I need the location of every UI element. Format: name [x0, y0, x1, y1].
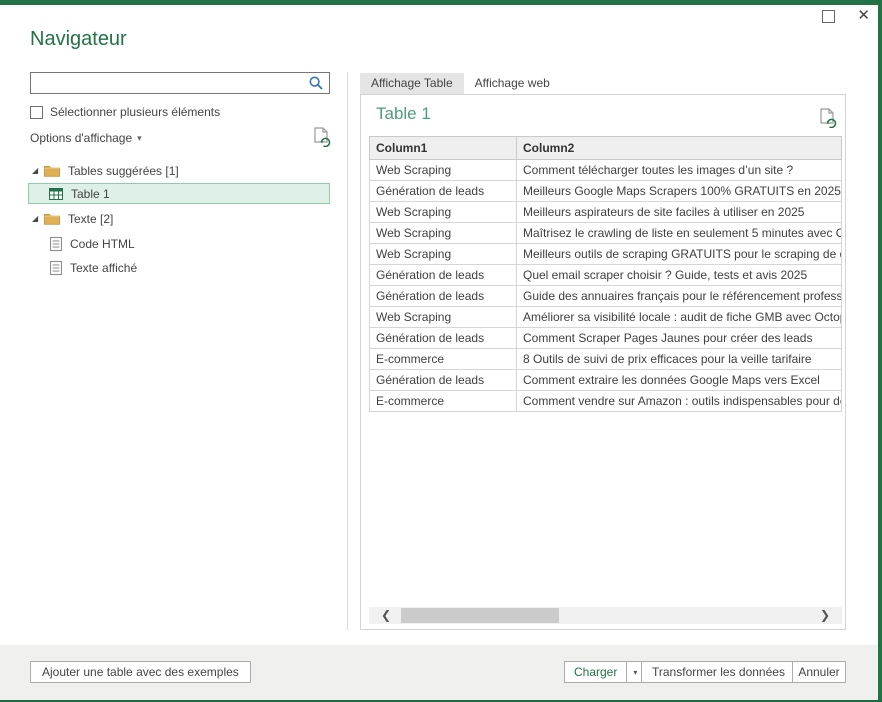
tree-item-code-html[interactable]: Code HTML [50, 233, 135, 254]
table-row: Génération de leadsComment extraire les … [370, 370, 842, 391]
display-options-row: Options d'affichage ▾ [30, 129, 330, 149]
preview-tabs: Affichage Table Affichage web [360, 73, 561, 94]
scrollbar-thumb[interactable] [401, 608, 559, 623]
transform-data-button[interactable]: Transformer les données [641, 661, 796, 683]
search-box [30, 72, 330, 94]
table-cell: Génération de leads [370, 286, 517, 307]
table-row: Web ScrapingMeilleurs aspirateurs de sit… [370, 202, 842, 223]
table-cell: Web Scraping [370, 223, 517, 244]
table-row: E-commerce8 Outils de suivi de prix effi… [370, 349, 842, 370]
display-options-label: Options d'affichage [30, 131, 132, 145]
table-row: Web ScrapingMaîtrisez le crawling de lis… [370, 223, 842, 244]
column-header: Column1 [370, 137, 517, 160]
table-row: Génération de leadsQuel email scraper ch… [370, 265, 842, 286]
table-cell: Web Scraping [370, 244, 517, 265]
folder-icon [44, 164, 60, 177]
tree-group-label: Tables suggérées [1] [68, 164, 179, 178]
table-header-row: Column1 Column2 [370, 137, 842, 160]
load-split-button: Charger ▾ [564, 661, 644, 683]
table-row: Génération de leadsMeilleurs Google Maps… [370, 181, 842, 202]
cancel-button[interactable]: Annuler [792, 661, 846, 683]
table-cell: Meilleurs aspirateurs de site faciles à … [517, 202, 842, 223]
table-cell: Améliorer sa visibilité locale : audit d… [517, 307, 842, 328]
table-cell: Comment Scraper Pages Jaunes pour créer … [517, 328, 842, 349]
tree-item-texte-affiche[interactable]: Texte affiché [50, 257, 137, 278]
tab-affichage-table[interactable]: Affichage Table [360, 73, 464, 94]
table-row: Web ScrapingComment télécharger toutes l… [370, 160, 842, 181]
column-header: Column2 [517, 137, 842, 160]
preview-table: Column1 Column2 Web ScrapingComment télé… [369, 136, 842, 412]
table-row: Web ScrapingAméliorer sa visibilité loca… [370, 307, 842, 328]
table-row: E-commerceComment vendre sur Amazon : ou… [370, 391, 842, 412]
chevron-down-icon: ▾ [137, 133, 142, 143]
footer: Ajouter une table avec des exemples Char… [0, 645, 878, 700]
table-row: Génération de leadsComment Scraper Pages… [370, 328, 842, 349]
table-cell: Génération de leads [370, 181, 517, 202]
folder-icon [44, 212, 60, 225]
expand-triangle-icon[interactable]: ◢ [32, 214, 44, 223]
tree-group-label: Texte [2] [68, 212, 113, 226]
document-icon [50, 237, 62, 251]
select-multiple-row: Sélectionner plusieurs éléments [30, 105, 220, 119]
table-cell: Quel email scraper choisir ? Guide, test… [517, 265, 842, 286]
table-cell: Maîtrisez le crawling de liste en seulem… [517, 223, 842, 244]
table-row: Génération de leadsGuide des annuaires f… [370, 286, 842, 307]
preview-table-body: Web ScrapingComment télécharger toutes l… [370, 160, 842, 412]
window-right-accent-bar [878, 0, 882, 702]
tree-item-label: Code HTML [70, 237, 135, 251]
table-cell: Web Scraping [370, 160, 517, 181]
load-button[interactable]: Charger [565, 662, 626, 682]
add-table-examples-button[interactable]: Ajouter une table avec des exemples [30, 661, 251, 683]
table-cell: Web Scraping [370, 202, 517, 223]
expand-triangle-icon[interactable]: ◢ [32, 166, 44, 175]
window-controls: ✕ [822, 4, 870, 28]
table-cell: E-commerce [370, 391, 517, 412]
horizontal-scrollbar[interactable]: ❮ ❯ [369, 607, 842, 624]
tree-item-label: Table 1 [71, 187, 110, 201]
table-cell: Meilleurs outils de scraping GRATUITS po… [517, 244, 842, 265]
table-cell: Comment vendre sur Amazon : outils indis… [517, 391, 842, 412]
tree-group-tables[interactable]: ◢ Tables suggérées [1] [32, 160, 179, 181]
panel-divider [347, 72, 348, 630]
table-cell: Génération de leads [370, 328, 517, 349]
page-title: Navigateur [30, 28, 127, 51]
display-options-dropdown[interactable]: Options d'affichage ▾ [30, 129, 142, 146]
table-cell: Comment extraire les données Google Maps… [517, 370, 842, 391]
tree-item-table1[interactable]: Table 1 [28, 183, 330, 204]
table-cell: Guide des annuaires français pour le réf… [517, 286, 842, 307]
search-icon[interactable] [308, 75, 324, 91]
tree-item-label: Texte affiché [70, 261, 137, 275]
refresh-icon[interactable] [312, 126, 331, 152]
table-cell: Comment télécharger toutes les images d’… [517, 160, 842, 181]
tab-affichage-web[interactable]: Affichage web [464, 73, 561, 94]
scroll-right-icon[interactable]: ❯ [820, 608, 830, 623]
table-cell: Génération de leads [370, 265, 517, 286]
table-cell: 8 Outils de suivi de prix efficaces pour… [517, 349, 842, 370]
table-row: Web ScrapingMeilleurs outils de scraping… [370, 244, 842, 265]
window-top-accent-bar [0, 0, 882, 5]
preview-pane: Table 1 Column1 Column2 Web ScrapingComm… [360, 94, 846, 630]
table-cell: Web Scraping [370, 307, 517, 328]
select-multiple-label: Sélectionner plusieurs éléments [50, 105, 220, 119]
search-input[interactable] [35, 73, 308, 93]
select-multiple-checkbox[interactable] [30, 106, 43, 119]
maximize-icon[interactable] [822, 10, 835, 23]
refresh-icon[interactable] [818, 107, 837, 133]
table-cell: E-commerce [370, 349, 517, 370]
document-icon [50, 261, 62, 275]
close-icon[interactable]: ✕ [857, 7, 870, 25]
table-icon [49, 188, 63, 200]
tree-group-texte[interactable]: ◢ Texte [2] [32, 208, 113, 229]
preview-title: Table 1 [376, 104, 431, 124]
table-cell: Meilleurs Google Maps Scrapers 100% GRAT… [517, 181, 842, 202]
table-cell: Génération de leads [370, 370, 517, 391]
scroll-left-icon[interactable]: ❮ [381, 608, 391, 623]
